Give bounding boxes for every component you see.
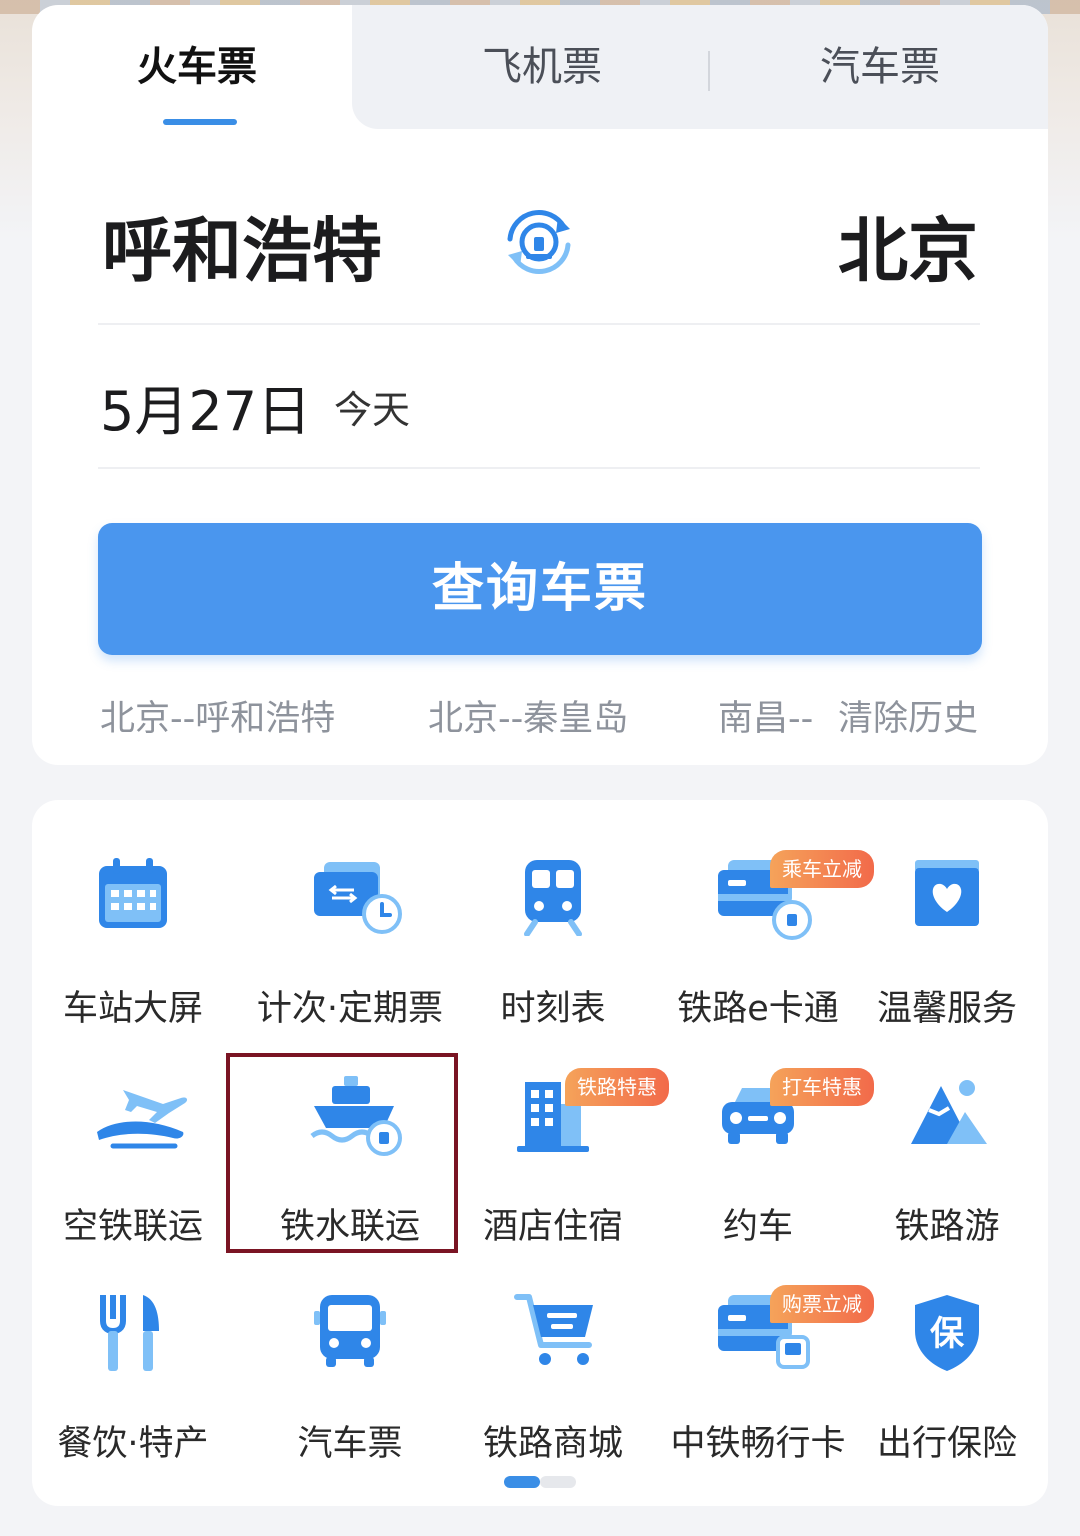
service-hotel[interactable]: 铁路特惠 酒店住宿 [453, 1048, 669, 1248]
departure-date[interactable]: 5月27日 [100, 367, 311, 446]
service-rail-tour[interactable]: 铁路游 [847, 1048, 1047, 1248]
service-label: 餐饮·特产 [57, 1424, 209, 1464]
train-icon [513, 856, 593, 937]
service-label: 铁路商城 [482, 1424, 623, 1464]
arrival-city[interactable]: 北京 [838, 195, 978, 296]
service-bus-ticket[interactable]: 汽车票 [250, 1265, 450, 1465]
heart-box-icon [907, 856, 987, 936]
svg-text:保: 保 [930, 1314, 965, 1354]
bus-icon [310, 1291, 390, 1371]
service-travel-insurance[interactable]: 保 出行保险 [847, 1265, 1047, 1465]
clear-history-button[interactable]: 清除历史 [838, 690, 978, 741]
tab-train[interactable]: 火车票 [32, 5, 362, 129]
service-label: 酒店住宿 [482, 1207, 623, 1247]
divider [98, 467, 980, 469]
divider [98, 323, 980, 325]
plane-train-icon [93, 1074, 188, 1154]
tab-divider [708, 51, 710, 91]
service-timetable[interactable]: 时刻表 [453, 830, 653, 1030]
tab-bus[interactable]: 汽车票 [712, 5, 1048, 129]
service-air-rail[interactable]: 空铁联运 [33, 1048, 233, 1248]
page-indicator [540, 1476, 576, 1488]
service-station-screen[interactable]: 车站大屏 [33, 830, 233, 1030]
service-label: 温馨服务 [876, 989, 1017, 1029]
fork-knife-icon [93, 1291, 173, 1371]
highlight-box [226, 1053, 458, 1253]
service-label: 铁路游 [894, 1207, 1000, 1247]
mountain-icon [907, 1074, 987, 1154]
query-tickets-button[interactable]: 查询车票 [98, 523, 982, 655]
history-item[interactable]: 北京--秦皇岛 [428, 690, 628, 741]
history-item[interactable]: 北京--呼和浩特 [100, 690, 335, 741]
cart-icon [513, 1291, 593, 1371]
service-label: 时刻表 [500, 989, 606, 1029]
service-label: 空铁联运 [62, 1207, 203, 1247]
ticket-clock-icon [310, 856, 402, 936]
calendar-icon [93, 856, 173, 936]
service-label: 出行保险 [876, 1424, 1017, 1464]
service-care[interactable]: 温馨服务 [847, 830, 1047, 1030]
swap-stations-icon[interactable] [498, 201, 580, 283]
service-pass-ticket[interactable]: 计次·定期票 [250, 830, 450, 1030]
service-label: 车站大屏 [62, 989, 203, 1029]
ticket-type-tabs: 火车票 飞机票 汽车票 [32, 5, 1048, 129]
promo-badge: 铁路特惠 [565, 1068, 669, 1106]
page-indicator-active [504, 1476, 540, 1488]
date-relative-label: 今天 [334, 388, 411, 432]
service-food-specialty[interactable]: 餐饮·特产 [33, 1265, 233, 1465]
ticket-search-card: 火车票 飞机票 汽车票 呼和浩特 北京 5月27日 今天 查询车票 北京--呼和… [32, 5, 1048, 765]
history-item[interactable]: 南昌-- [718, 690, 813, 741]
shield-icon: 保 [907, 1291, 987, 1371]
departure-city[interactable]: 呼和浩特 [102, 195, 382, 296]
tab-active-indicator [163, 119, 237, 125]
tab-flight[interactable]: 飞机票 [372, 5, 712, 129]
service-rail-mall[interactable]: 铁路商城 [453, 1265, 653, 1465]
